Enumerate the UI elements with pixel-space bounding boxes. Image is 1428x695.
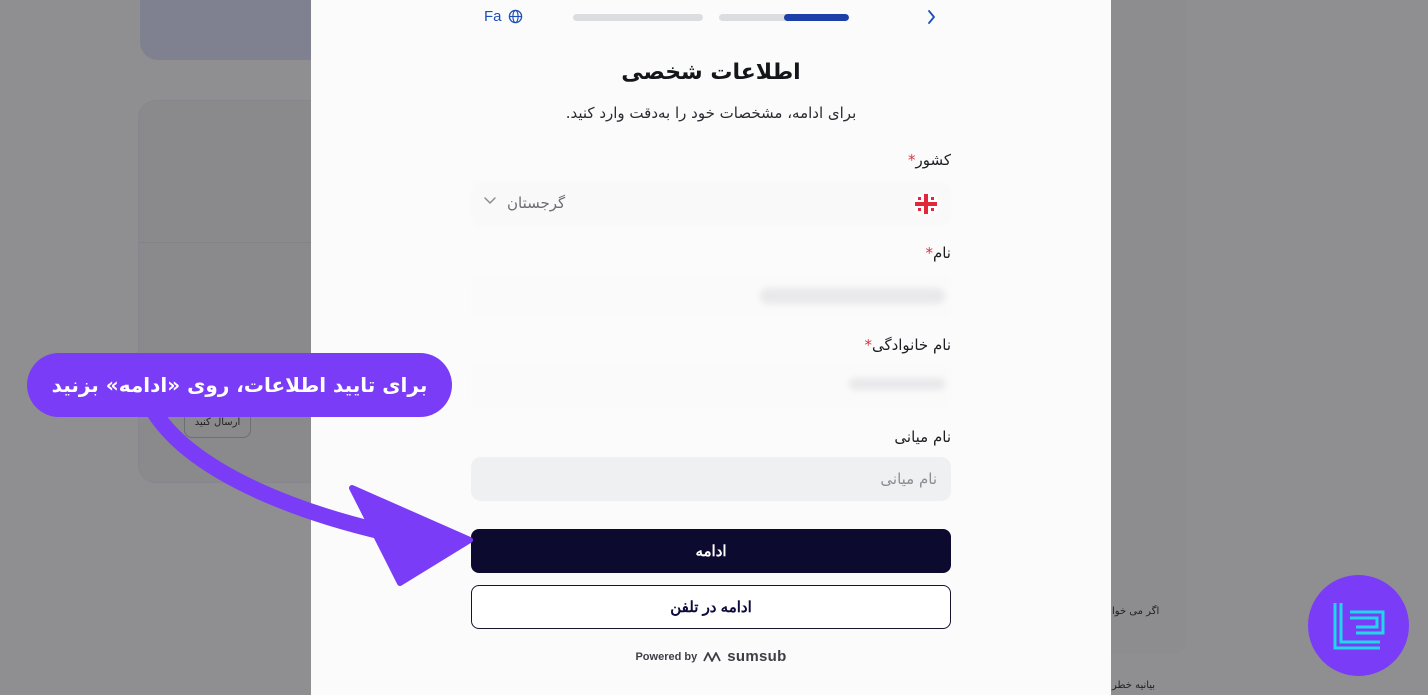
country-select[interactable]: گرجستان <box>471 182 951 226</box>
powered-by-text: Powered by <box>635 650 698 663</box>
middle-name-label: نام میانی <box>894 428 951 446</box>
background-side-panel <box>1110 0 1186 654</box>
page-title: اطلاعات شخصی <box>621 60 801 85</box>
sumsub-brand: sumsub <box>727 648 787 665</box>
continue-button[interactable]: ادامه <box>471 529 951 573</box>
continue-on-phone-button[interactable]: ادامه در تلفن <box>471 585 951 629</box>
country-label: کشور* <box>907 151 951 169</box>
background-card <box>140 0 340 60</box>
language-switcher[interactable]: Fa <box>484 8 523 25</box>
first-name-label: نام* <box>925 244 951 262</box>
language-label: Fa <box>484 8 502 25</box>
middle-name-input[interactable] <box>471 457 951 501</box>
progress-step-2-fill <box>784 14 849 21</box>
site-logo <box>1308 575 1409 676</box>
required-mark: * <box>864 336 872 354</box>
instruction-callout: برای تایید اطلاعات، روی «ادامه» بزنید <box>27 353 452 417</box>
redacted-value <box>849 378 945 390</box>
background-side-text: اگر می خوا <box>1112 606 1160 617</box>
progress-step-2 <box>719 14 849 21</box>
country-value: گرجستان <box>507 194 566 212</box>
powered-by-footer: Powered by sumsub <box>471 648 951 665</box>
back-chevron-icon[interactable] <box>921 6 941 28</box>
georgia-flag-icon <box>915 194 937 214</box>
background-footer-text: بیانیه خطر <box>1112 680 1156 691</box>
divider <box>139 242 327 243</box>
page-subtitle: برای ادامه، مشخصات خود را به‌دقت وارد کن… <box>565 104 857 122</box>
sumsub-logo-icon <box>703 651 722 662</box>
last-name-field[interactable] <box>471 364 951 408</box>
modal-header: Fa <box>471 6 951 28</box>
required-mark: * <box>925 244 933 262</box>
last-name-label: نام خانوادگی* <box>864 336 951 354</box>
globe-icon <box>508 9 522 24</box>
progress-step-1 <box>573 14 703 21</box>
chevron-down-icon <box>483 192 497 211</box>
first-name-field[interactable] <box>471 274 951 318</box>
redacted-value <box>760 288 945 304</box>
